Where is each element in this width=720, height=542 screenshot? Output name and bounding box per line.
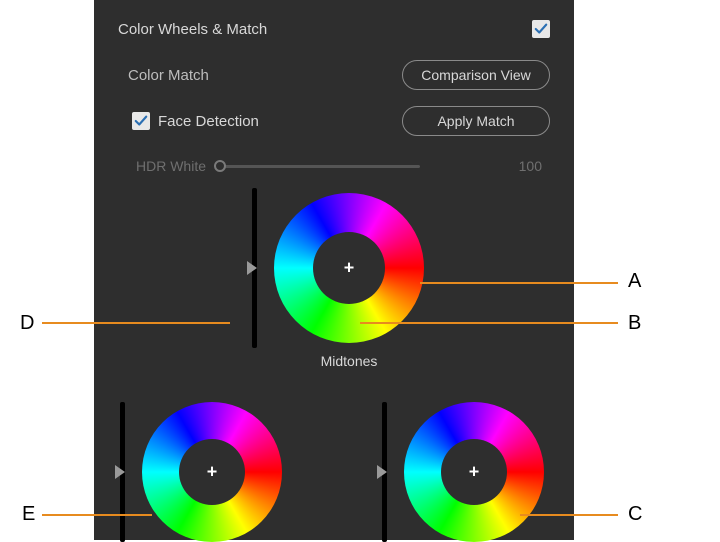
callout-line-b [360,322,618,324]
color-wheels-area: + Midtones + + [118,184,550,504]
color-match-row: Color Match Comparison View [118,60,550,90]
color-match-label: Color Match [118,67,209,84]
hdr-white-row: HDR White 100 [118,158,550,174]
callout-line-e [42,514,152,516]
midtones-color-wheel[interactable]: + Midtones [274,193,424,343]
callout-label-e: E [22,503,35,526]
face-detection-checkbox[interactable] [132,112,150,130]
callout-line-a [420,282,618,284]
shadows-group: + [116,402,282,542]
midtones-group: + Midtones [248,188,424,348]
face-apply-row: Face Detection Apply Match [118,106,550,136]
callout-label-d: D [20,312,34,335]
hdr-slider-track [220,165,420,168]
checkmark-icon [134,114,148,128]
apply-match-button[interactable]: Apply Match [402,106,550,136]
callout-label-c: C [628,503,642,526]
midtones-label: Midtones [321,353,378,369]
face-detection-label: Face Detection [158,113,259,130]
wheel-target-icon: + [207,462,218,483]
hdr-white-value: 100 [519,158,550,174]
midtones-luma-slider[interactable] [248,188,260,348]
wheel-target-icon: + [469,462,480,483]
callout-line-d [42,322,230,324]
highlights-group: + [378,402,544,542]
callout-line-c [520,514,618,516]
hdr-slider-knob[interactable] [214,160,226,172]
panel-title: Color Wheels & Match [118,21,267,38]
comparison-view-button[interactable]: Comparison View [402,60,550,90]
highlights-luma-slider[interactable] [378,402,390,542]
callout-label-b: B [628,312,641,335]
checkmark-icon [534,22,548,36]
hdr-white-label: HDR White [136,158,206,174]
panel-enable-checkbox[interactable] [532,20,550,38]
shadows-color-wheel[interactable]: + [142,402,282,542]
panel-header: Color Wheels & Match [118,20,550,38]
color-wheels-panel: Color Wheels & Match Color Match Compari… [94,0,574,540]
highlights-color-wheel[interactable]: + [404,402,544,542]
callout-label-a: A [628,270,641,293]
hdr-white-slider[interactable] [220,159,420,173]
face-detection-group: Face Detection [118,112,259,130]
shadows-luma-slider[interactable] [116,402,128,542]
wheel-target-icon: + [344,258,355,279]
